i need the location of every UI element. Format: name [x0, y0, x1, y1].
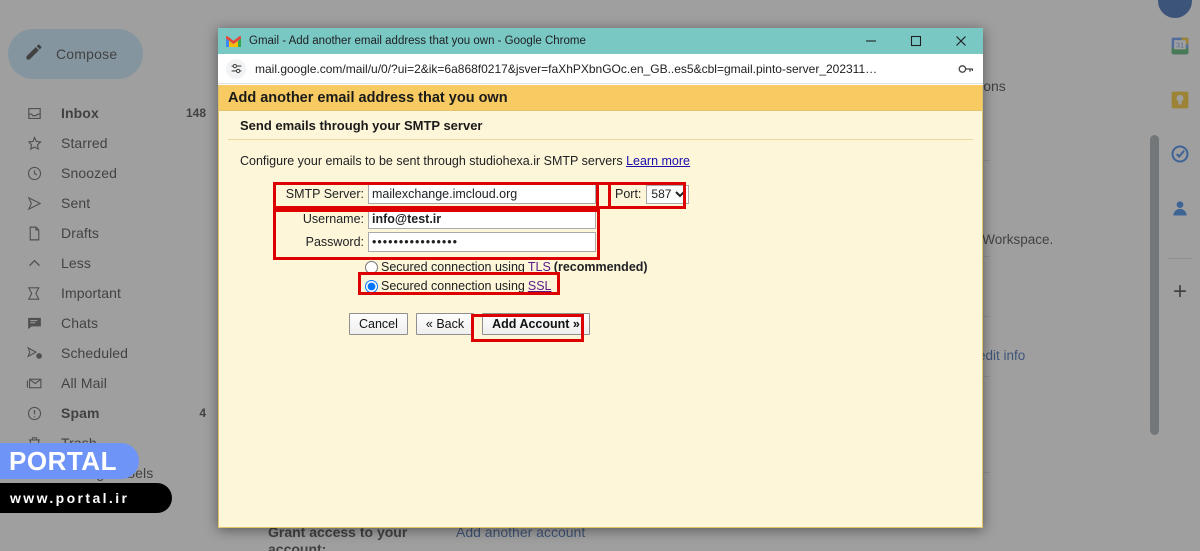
- sidebar-item-label: Scheduled: [61, 345, 129, 361]
- tls-link[interactable]: TLS: [528, 260, 551, 274]
- back-button[interactable]: « Back: [415, 313, 475, 335]
- window-titlebar[interactable]: Gmail - Add another email address that y…: [218, 28, 983, 54]
- sidebar-item-label: Starred: [61, 135, 108, 151]
- clock-icon: [25, 164, 43, 182]
- sidebar-item-chats[interactable]: Chats: [0, 308, 218, 338]
- ssl-link[interactable]: SSL: [528, 279, 552, 293]
- window-controls: [848, 28, 983, 54]
- ssl-option-row[interactable]: Secured connection using SSL: [365, 279, 982, 293]
- chrome-popup-window: Gmail - Add another email address that y…: [218, 28, 983, 528]
- sidebar-item-spam[interactable]: Spam 4: [0, 398, 218, 428]
- url-text[interactable]: mail.google.com/mail/u/0/?ui=2&ik=6a868f…: [255, 62, 957, 76]
- password-key-icon[interactable]: [957, 60, 975, 78]
- window-title: Gmail - Add another email address that y…: [249, 35, 586, 47]
- chat-icon: [25, 314, 43, 332]
- sidebar-item-all-mail[interactable]: All Mail: [0, 368, 218, 398]
- document-icon: [25, 224, 43, 242]
- sidebar-item-scheduled[interactable]: Scheduled: [0, 338, 218, 368]
- sidebar-item-label: Important: [61, 285, 122, 301]
- tls-radio[interactable]: [365, 260, 378, 274]
- sidebar-item-label: Sent: [61, 195, 91, 211]
- chrome-omnibar: mail.google.com/mail/u/0/?ui=2&ik=6a868f…: [218, 54, 983, 84]
- scheduled-icon: [25, 344, 43, 362]
- pencil-icon: [24, 42, 44, 67]
- close-button[interactable]: [938, 28, 983, 54]
- sidebar-item-label: Drafts: [61, 225, 99, 241]
- add-account-button[interactable]: Add Account »: [482, 313, 590, 335]
- compose-label: Compose: [56, 46, 118, 62]
- description-text: Configure your emails to be sent through…: [240, 154, 627, 168]
- watermark-url-text: www.portal.ir: [10, 490, 130, 506]
- svg-text:31: 31: [1176, 41, 1184, 50]
- sidebar-item-important[interactable]: Important: [0, 278, 218, 308]
- maximize-button[interactable]: [893, 28, 938, 54]
- compose-button[interactable]: Compose: [8, 29, 143, 79]
- dialog-button-row: Cancel « Back Add Account »: [349, 313, 982, 335]
- sidebar-item-less[interactable]: Less: [0, 248, 218, 278]
- dialog-header-title: Add another email address that you own: [219, 85, 982, 111]
- ssl-label-prefix: Secured connection using: [381, 279, 525, 293]
- watermark-brand-text: PORTAL: [9, 445, 117, 476]
- sidebar-item-count: 148: [185, 106, 206, 120]
- sidebar-item-label: Snoozed: [61, 165, 117, 181]
- ssl-radio[interactable]: [365, 279, 378, 293]
- smtp-form: SMTP Server: Port: 587 Username: Passwor…: [219, 182, 982, 342]
- sidebar-item-label: Less: [61, 255, 91, 271]
- google-keep-icon[interactable]: [1170, 90, 1190, 110]
- account-avatar[interactable]: [1158, 0, 1192, 18]
- all-mail-icon: [25, 374, 43, 392]
- password-input[interactable]: [368, 232, 596, 252]
- port-select[interactable]: 587: [646, 184, 690, 204]
- tls-label-prefix: Secured connection using: [381, 260, 525, 274]
- important-icon: [25, 284, 43, 302]
- chevron-up-icon: [25, 254, 43, 272]
- site-settings-icon[interactable]: [226, 58, 246, 79]
- password-label: Password:: [305, 235, 364, 249]
- sidebar-item-sent[interactable]: Sent: [0, 188, 218, 218]
- username-input[interactable]: [368, 209, 596, 229]
- smtp-server-label: SMTP Server:: [285, 187, 364, 201]
- tls-recommended-suffix: (recommended): [553, 260, 648, 274]
- minimize-button[interactable]: [848, 28, 893, 54]
- tls-option-row[interactable]: Secured connection using TLS (recommende…: [365, 260, 982, 274]
- sidebar-item-label: All Mail: [61, 375, 107, 391]
- cancel-button[interactable]: Cancel: [349, 313, 408, 335]
- sidebar-item-label: Spam: [61, 405, 100, 421]
- portal-watermark-url: www.portal.ir: [0, 483, 172, 513]
- username-label: Username:: [302, 212, 364, 226]
- star-icon: [25, 134, 43, 152]
- dialog-subheader: Send emails through your SMTP server: [240, 117, 483, 133]
- page-scrollbar-thumb[interactable]: [1150, 135, 1159, 435]
- port-label: Port:: [615, 187, 642, 201]
- learn-more-link[interactable]: Learn more: [626, 154, 690, 168]
- sidebar-item-inbox[interactable]: Inbox 148: [0, 98, 218, 128]
- google-contacts-icon[interactable]: [1170, 198, 1190, 218]
- dialog-divider: [228, 139, 973, 140]
- grant-access-label: Grant access to your account:: [268, 524, 408, 551]
- rail-divider: [1168, 258, 1192, 259]
- dialog-description: Configure your emails to be sent through…: [219, 154, 982, 168]
- google-calendar-icon[interactable]: 31: [1170, 36, 1190, 56]
- google-apps-side-panel: 31 +: [1158, 0, 1200, 551]
- gmail-m-logo: [225, 35, 242, 48]
- sidebar-item-drafts[interactable]: Drafts: [0, 218, 218, 248]
- sidebar-item-label: Inbox: [61, 105, 99, 121]
- smtp-server-input[interactable]: [368, 184, 596, 204]
- inbox-icon: [25, 104, 43, 122]
- google-tasks-icon[interactable]: [1170, 144, 1190, 164]
- sidebar-item-count: 4: [199, 406, 206, 420]
- spam-icon: [25, 404, 43, 422]
- send-icon: [25, 194, 43, 212]
- edit-info-link[interactable]: edit info: [978, 348, 1025, 363]
- sidebar-item-snoozed[interactable]: Snoozed: [0, 158, 218, 188]
- sidebar-item-label: Chats: [61, 315, 99, 331]
- sidebar-item-starred[interactable]: Starred: [0, 128, 218, 158]
- portal-watermark-brand: PORTAL: [0, 443, 139, 479]
- add-app-button[interactable]: +: [1168, 280, 1192, 304]
- gmail-add-address-dialog: Add another email address that you own S…: [218, 85, 983, 528]
